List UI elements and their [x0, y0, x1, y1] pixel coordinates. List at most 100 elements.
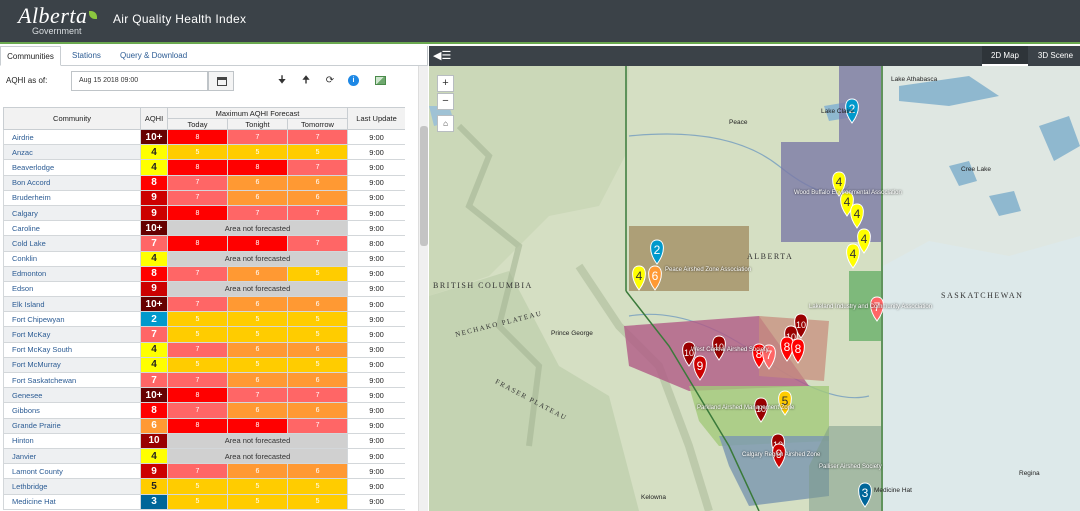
table-row[interactable]: Cold Lake 7 8 8 7 8:00	[3, 235, 405, 252]
community-name[interactable]: Genesee	[3, 387, 141, 404]
arrow-down-icon[interactable]: 🠋	[275, 74, 289, 88]
community-name[interactable]: Anzac	[3, 144, 141, 161]
zone-label-pamz: Parkland Airshed Management Zone	[697, 405, 795, 411]
community-name[interactable]: Janvier	[3, 447, 141, 465]
image-icon[interactable]	[374, 74, 388, 88]
aqhi-value: 7	[140, 326, 168, 343]
community-name[interactable]: Elk Island	[3, 296, 141, 313]
last-update: 9:00	[347, 159, 405, 176]
forecast-tonight: 8	[227, 417, 288, 434]
aqhi-value: 8	[140, 174, 168, 191]
zone-label-wcas: West Central Airshed Society	[691, 347, 769, 353]
last-update: 9:00	[347, 144, 405, 161]
tab-query-download[interactable]: Query & Download	[120, 46, 187, 66]
community-name[interactable]: Fort McMurray	[3, 356, 141, 374]
arrow-up-icon[interactable]: 🠉	[299, 74, 313, 88]
community-name[interactable]: Caroline	[3, 220, 141, 237]
aqhi-asof-input[interactable]: Aug 15 2018 09:00	[71, 71, 208, 91]
forecast-tomorrow: 7	[286, 159, 349, 176]
table-row[interactable]: Fort Chipewyan 2 5 5 5 9:00	[3, 311, 405, 328]
table-row[interactable]: Grande Prairie 6 8 8 7 9:00	[3, 417, 405, 434]
panel-scrollbar[interactable]	[418, 66, 428, 511]
community-name[interactable]: Fort McKay South	[3, 341, 141, 358]
marker-value: 4	[844, 195, 851, 209]
last-update: 9:00	[347, 478, 405, 495]
community-name[interactable]: Fort McKay	[3, 326, 141, 343]
community-name[interactable]: Gibbons	[3, 402, 141, 419]
table-row[interactable]: Fort Saskatchewan 7 7 6 6 9:00	[3, 371, 405, 389]
community-name[interactable]: Lamont County	[3, 463, 141, 480]
table-row[interactable]: Medicine Hat 3 5 5 5 9:00	[3, 493, 405, 510]
community-name[interactable]: Beaverlodge	[3, 159, 141, 176]
community-name[interactable]: Airdrie	[3, 128, 141, 146]
place-prince-george: Prince George	[551, 330, 593, 337]
panel-tabs: Communities Stations Query & Download	[0, 46, 428, 66]
community-name[interactable]: Edson	[3, 280, 141, 298]
table-row[interactable]: Airdrie 10+ 8 7 7 9:00	[3, 128, 405, 146]
table-row[interactable]: Caroline 10+ Area not forecasted 9:00	[3, 220, 405, 237]
communities-panel: Communities Stations Query & Download AQ…	[0, 46, 428, 511]
community-name[interactable]: Lethbridge	[3, 478, 141, 495]
aqhi-value: 2	[140, 311, 168, 328]
community-name[interactable]: Fort Chipewyan	[3, 311, 141, 328]
tab-communities[interactable]: Communities	[0, 46, 61, 66]
last-update: 9:00	[347, 204, 405, 222]
marker-value: 4	[850, 247, 857, 261]
aqhi-map[interactable]: 244444246710101098710881051093 + − ⌂ ALB…	[429, 66, 1080, 511]
marker-value: 4	[854, 207, 861, 221]
community-name[interactable]: Fort Saskatchewan	[3, 371, 141, 389]
col-aqhi[interactable]: AQHI	[140, 107, 168, 130]
last-update: 9:00	[347, 265, 405, 282]
community-name[interactable]: Bruderheim	[3, 189, 141, 206]
table-row[interactable]: Genesee 10+ 8 7 7 9:00	[3, 387, 405, 404]
forecast-tomorrow: 5	[286, 326, 349, 343]
table-row[interactable]: Gibbons 8 7 6 6 9:00	[3, 402, 405, 419]
community-name[interactable]: Cold Lake	[3, 235, 141, 252]
forecast-tonight: 5	[227, 326, 288, 343]
table-row[interactable]: Lethbridge 5 5 5 5 9:00	[3, 478, 405, 495]
table-row[interactable]: Anzac 4 5 5 5 9:00	[3, 144, 405, 161]
table-row[interactable]: Beaverlodge 4 8 8 7 9:00	[3, 159, 405, 176]
refresh-icon[interactable]: ⟳	[323, 74, 337, 88]
table-row[interactable]: Elk Island 10+ 7 6 6 9:00	[3, 296, 405, 313]
info-icon[interactable]: i	[348, 75, 359, 86]
forecast-tonight: 7	[227, 204, 288, 222]
community-name[interactable]: Bon Accord	[3, 174, 141, 191]
table-row[interactable]: Hinton 10 Area not forecasted 9:00	[3, 432, 405, 449]
forecast-tonight: 6	[227, 402, 288, 419]
view-3d-scene-button[interactable]: 3D Scene	[1033, 46, 1078, 66]
community-name[interactable]: Edmonton	[3, 265, 141, 282]
view-2d-map-button[interactable]: 2D Map	[982, 46, 1028, 66]
last-update: 9:00	[347, 311, 405, 328]
community-name[interactable]: Hinton	[3, 432, 141, 449]
collapse-panel-icon[interactable]: ◀☰	[433, 49, 451, 63]
community-name[interactable]: Calgary	[3, 204, 141, 222]
forecast-today: 5	[167, 144, 228, 161]
zoom-out-button[interactable]: −	[437, 93, 454, 110]
aqhi-value: 4	[140, 250, 168, 267]
table-row[interactable]: Janvier 4 Area not forecasted 9:00	[3, 447, 405, 465]
aqhi-value: 6	[140, 417, 168, 434]
table-row[interactable]: Bon Accord 8 7 6 6 9:00	[3, 174, 405, 191]
table-row[interactable]: Fort McMurray 4 5 5 5 9:00	[3, 356, 405, 374]
table-row[interactable]: Fort McKay South 4 7 6 6 9:00	[3, 341, 405, 358]
community-name[interactable]: Grande Prairie	[3, 417, 141, 434]
table-row[interactable]: Edmonton 8 7 6 5 9:00	[3, 265, 405, 282]
zoom-in-button[interactable]: +	[437, 75, 454, 92]
table-row[interactable]: Edson 9 Area not forecasted 9:00	[3, 280, 405, 298]
scrollbar-thumb[interactable]	[420, 126, 428, 246]
table-row[interactable]: Calgary 9 8 7 7 9:00	[3, 204, 405, 222]
col-last-update[interactable]: Last Update	[347, 107, 405, 130]
home-view-icon[interactable]: ⌂	[437, 115, 454, 132]
forecast-tomorrow: 6	[286, 371, 349, 389]
table-row[interactable]: Fort McKay 7 5 5 5 9:00	[3, 326, 405, 343]
col-community[interactable]: Community	[3, 107, 141, 130]
community-name[interactable]: Medicine Hat	[3, 493, 141, 510]
table-row[interactable]: Lamont County 9 7 6 6 9:00	[3, 463, 405, 480]
table-row[interactable]: Bruderheim 9 7 6 6 9:00	[3, 189, 405, 206]
table-row[interactable]: Conklin 4 Area not forecasted 9:00	[3, 250, 405, 267]
community-name[interactable]: Conklin	[3, 250, 141, 267]
last-update: 9:00	[347, 128, 405, 146]
tab-stations[interactable]: Stations	[72, 46, 101, 66]
calendar-button[interactable]	[208, 71, 234, 91]
